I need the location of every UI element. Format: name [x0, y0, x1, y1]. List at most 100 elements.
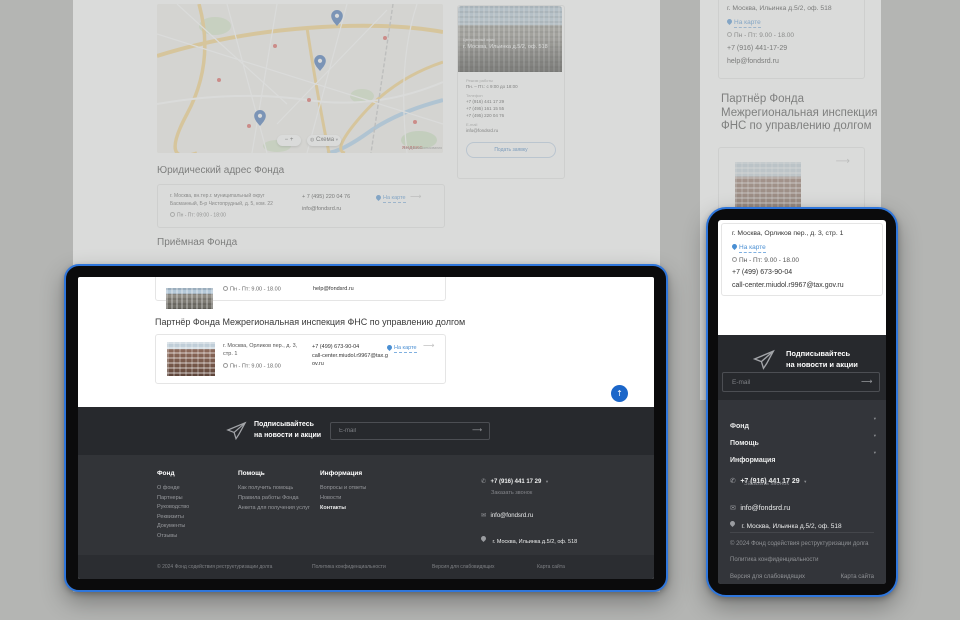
footer-link[interactable]: О фонде	[157, 485, 189, 491]
card-arrow-link[interactable]: ⟶	[423, 341, 434, 350]
office-photo-tag: Центральный офис	[463, 38, 495, 42]
office-photo: Центральный офис г. Москва, Ильинка д.5/…	[458, 6, 562, 72]
email-link[interactable]: info@fondsrd.ru	[466, 128, 498, 133]
reception-card-partial: Пн - Пт: 9.00 - 18.00 help@fondsrd.ru	[155, 277, 446, 301]
subscribe-label: Подписывайтесь на новости и акции	[254, 420, 321, 442]
footer-link[interactable]: Правила работы Фонда	[238, 495, 310, 501]
phone-link[interactable]: +7 (495) 161 15 55	[466, 106, 504, 111]
subscribe-email-input[interactable]	[722, 372, 880, 392]
footer-column-fond: Фонд О фонде Партнеры Руководство Реквиз…	[157, 470, 189, 539]
partner-map-link[interactable]: На карте	[387, 345, 417, 351]
map-zoom-in-button[interactable]: +	[290, 137, 294, 143]
phone-link[interactable]: +7 (495) 220 04 76	[466, 113, 504, 118]
footer-bottom-bar: © 2024 Фонд содействия реструктуризации …	[78, 555, 654, 579]
map-attribution[interactable]: Условия использования	[403, 146, 442, 150]
footer-link[interactable]: Отзывы	[157, 533, 189, 539]
scroll-to-top-button[interactable]: ↑	[611, 385, 628, 402]
reception-email-link[interactable]: help@fondsrd.ru	[313, 286, 354, 292]
hours-value: Пн. – Пт.: с 9:00 до 18:00	[466, 84, 518, 89]
reception-title: Приёмная Фонда	[157, 237, 237, 248]
partner-email-link[interactable]: call-center.miudol.r9967@tax.gov.ru	[732, 282, 844, 289]
phone-screen: г. Москва, Орликов пер., д. 3, стр. 1 На…	[718, 220, 886, 584]
footer-address: г. Москва, Ильинка д.5/2, оф. 518	[741, 523, 841, 530]
footer-phone-link[interactable]: +7 (916) 441 17 29	[490, 479, 541, 485]
legal-hours: Пн - Пт: 09:00 - 18:00	[170, 212, 226, 218]
chevron-down-icon: ▾	[874, 451, 876, 456]
office-hours: Пн - Пт: 9.00 - 18.00	[727, 32, 794, 39]
yandex-map[interactable]: − + ◍ Схема ▾ ЯНДЕКС Условия использован…	[157, 4, 443, 153]
legal-email-link[interactable]: info@fondsrd.ru	[302, 206, 341, 212]
office-photo-caption: г. Москва, Ильинка д.5/2, оф. 518	[463, 44, 555, 51]
footer-link[interactable]: Анкета для получения услуг	[238, 505, 310, 511]
call-request-link[interactable]: Заказать звонок	[744, 481, 789, 487]
partner-address: г. Москва, Орликов пер., д. 3, стр. 1	[732, 230, 843, 237]
accordion-item-fond[interactable]: Фонд ▾	[730, 415, 876, 433]
footer-link[interactable]: Руководство	[157, 504, 189, 510]
legal-phone-link[interactable]: + 7 (495) 220 04 76	[302, 194, 350, 200]
partner-hours: Пн - Пт: 9.00 - 18.00	[732, 257, 799, 264]
footer-link[interactable]: Новости	[320, 495, 366, 501]
call-request-link[interactable]: Заказать звонок	[491, 490, 631, 496]
clock-icon	[732, 257, 737, 262]
accordion-item-info[interactable]: Информация ▾	[730, 449, 876, 467]
card-arrow-link[interactable]: ⟶	[836, 156, 850, 167]
partner-phone-link[interactable]: +7 (499) 673-90-04	[312, 344, 359, 350]
subscribe-email-input[interactable]	[330, 422, 490, 440]
partner-map-link[interactable]: На карте	[732, 244, 766, 251]
accessibility-link[interactable]: Версия для слабовидящих	[432, 564, 495, 570]
cutoff-button-fragment	[628, 0, 649, 6]
footer-column-info: Информация Вопросы и ответы Новости Конт…	[320, 470, 366, 511]
phone-footer: Подписывайтесь на новости и акции ⟶ Фонд…	[718, 335, 886, 584]
map-pin-icon	[386, 344, 393, 351]
privacy-link[interactable]: Политика конфиденциальности	[312, 564, 386, 570]
phones-label: Телефон	[466, 93, 483, 98]
mail-icon: ✉	[481, 512, 486, 519]
map-pin-icon	[729, 520, 736, 527]
partner-section-title: Партнёр Фонда Межрегиональная инспекция …	[721, 93, 878, 134]
partner-email-link[interactable]: call-center.miudol.r9967@tax.gov.ru	[312, 353, 390, 368]
subscribe-band: Подписывайтесь на новости и акции ⟶	[78, 407, 654, 455]
footer-divider	[730, 532, 874, 533]
footer-link[interactable]: Партнеры	[157, 495, 189, 501]
footer-link[interactable]: Как получить помощь	[238, 485, 310, 491]
privacy-link[interactable]: Политика конфиденциальности	[730, 557, 819, 563]
partner-photo	[167, 342, 215, 376]
sitemap-link[interactable]: Карта сайта	[537, 564, 565, 570]
partner-hours: Пн - Пт: 9.00 - 18.00	[223, 363, 281, 369]
copyright-text: © 2024 Фонд содействия реструктуризации …	[157, 564, 272, 570]
footer-menu-band: Фонд ▾ Помощь ▾ Информация ▾ ✆ +7 (916) …	[718, 400, 886, 584]
footer-link[interactable]: Документы	[157, 523, 189, 529]
legal-map-link[interactable]: На карте	[376, 195, 406, 201]
layers-icon: ◍	[310, 137, 314, 143]
submit-request-button[interactable]: Подать заявку	[466, 142, 556, 158]
map-zoom-controls[interactable]: − +	[277, 135, 301, 146]
map-pin-icon	[731, 243, 738, 250]
office-map-link[interactable]: На карте	[727, 19, 761, 26]
accessibility-link[interactable]: Версия для слабовидящих	[730, 574, 805, 580]
clock-icon	[223, 363, 228, 368]
footer-link[interactable]: Вопросы и ответы	[320, 485, 366, 491]
map-pin-icon	[480, 535, 487, 542]
map-zoom-out-button[interactable]: −	[285, 137, 289, 143]
phone-link[interactable]: +7 (916) 441 17 29	[466, 99, 504, 104]
partner-phone-link[interactable]: +7 (499) 673-90-04	[732, 269, 792, 276]
subscribe-submit-arrow[interactable]: ⟶	[861, 377, 872, 386]
accordion-item-help[interactable]: Помощь ▾	[730, 432, 876, 450]
hours-label: Режим работы	[466, 78, 493, 83]
sitemap-link[interactable]: Карта сайта	[841, 574, 874, 580]
footer-contacts: ✆ +7 (916) 441 17 29 ▾ Заказать звонок ✉…	[481, 470, 631, 548]
paper-plane-icon	[751, 347, 777, 372]
map-scheme-button[interactable]: ◍ Схема ▾	[307, 135, 341, 146]
footer-address: г. Москва, Ильинка д.5/2, оф. 518	[492, 539, 577, 545]
chevron-down-icon: ▾	[336, 138, 338, 143]
footer-column-title: Фонд	[157, 470, 189, 477]
footer-email-link[interactable]: info@fondsrd.ru	[740, 505, 790, 512]
footer-link[interactable]: Реквизиты	[157, 514, 189, 520]
office-email-link[interactable]: help@fondsrd.ru	[727, 58, 779, 65]
office-phone-link[interactable]: +7 (916) 441-17-29	[727, 45, 787, 52]
subscribe-submit-arrow[interactable]: ⟶	[472, 426, 482, 434]
footer-email-link[interactable]: info@fondsrd.ru	[490, 513, 533, 519]
footer-link-active[interactable]: Контакты	[320, 505, 366, 511]
card-arrow-link[interactable]: ⟶	[410, 192, 421, 201]
clock-icon	[727, 32, 732, 37]
